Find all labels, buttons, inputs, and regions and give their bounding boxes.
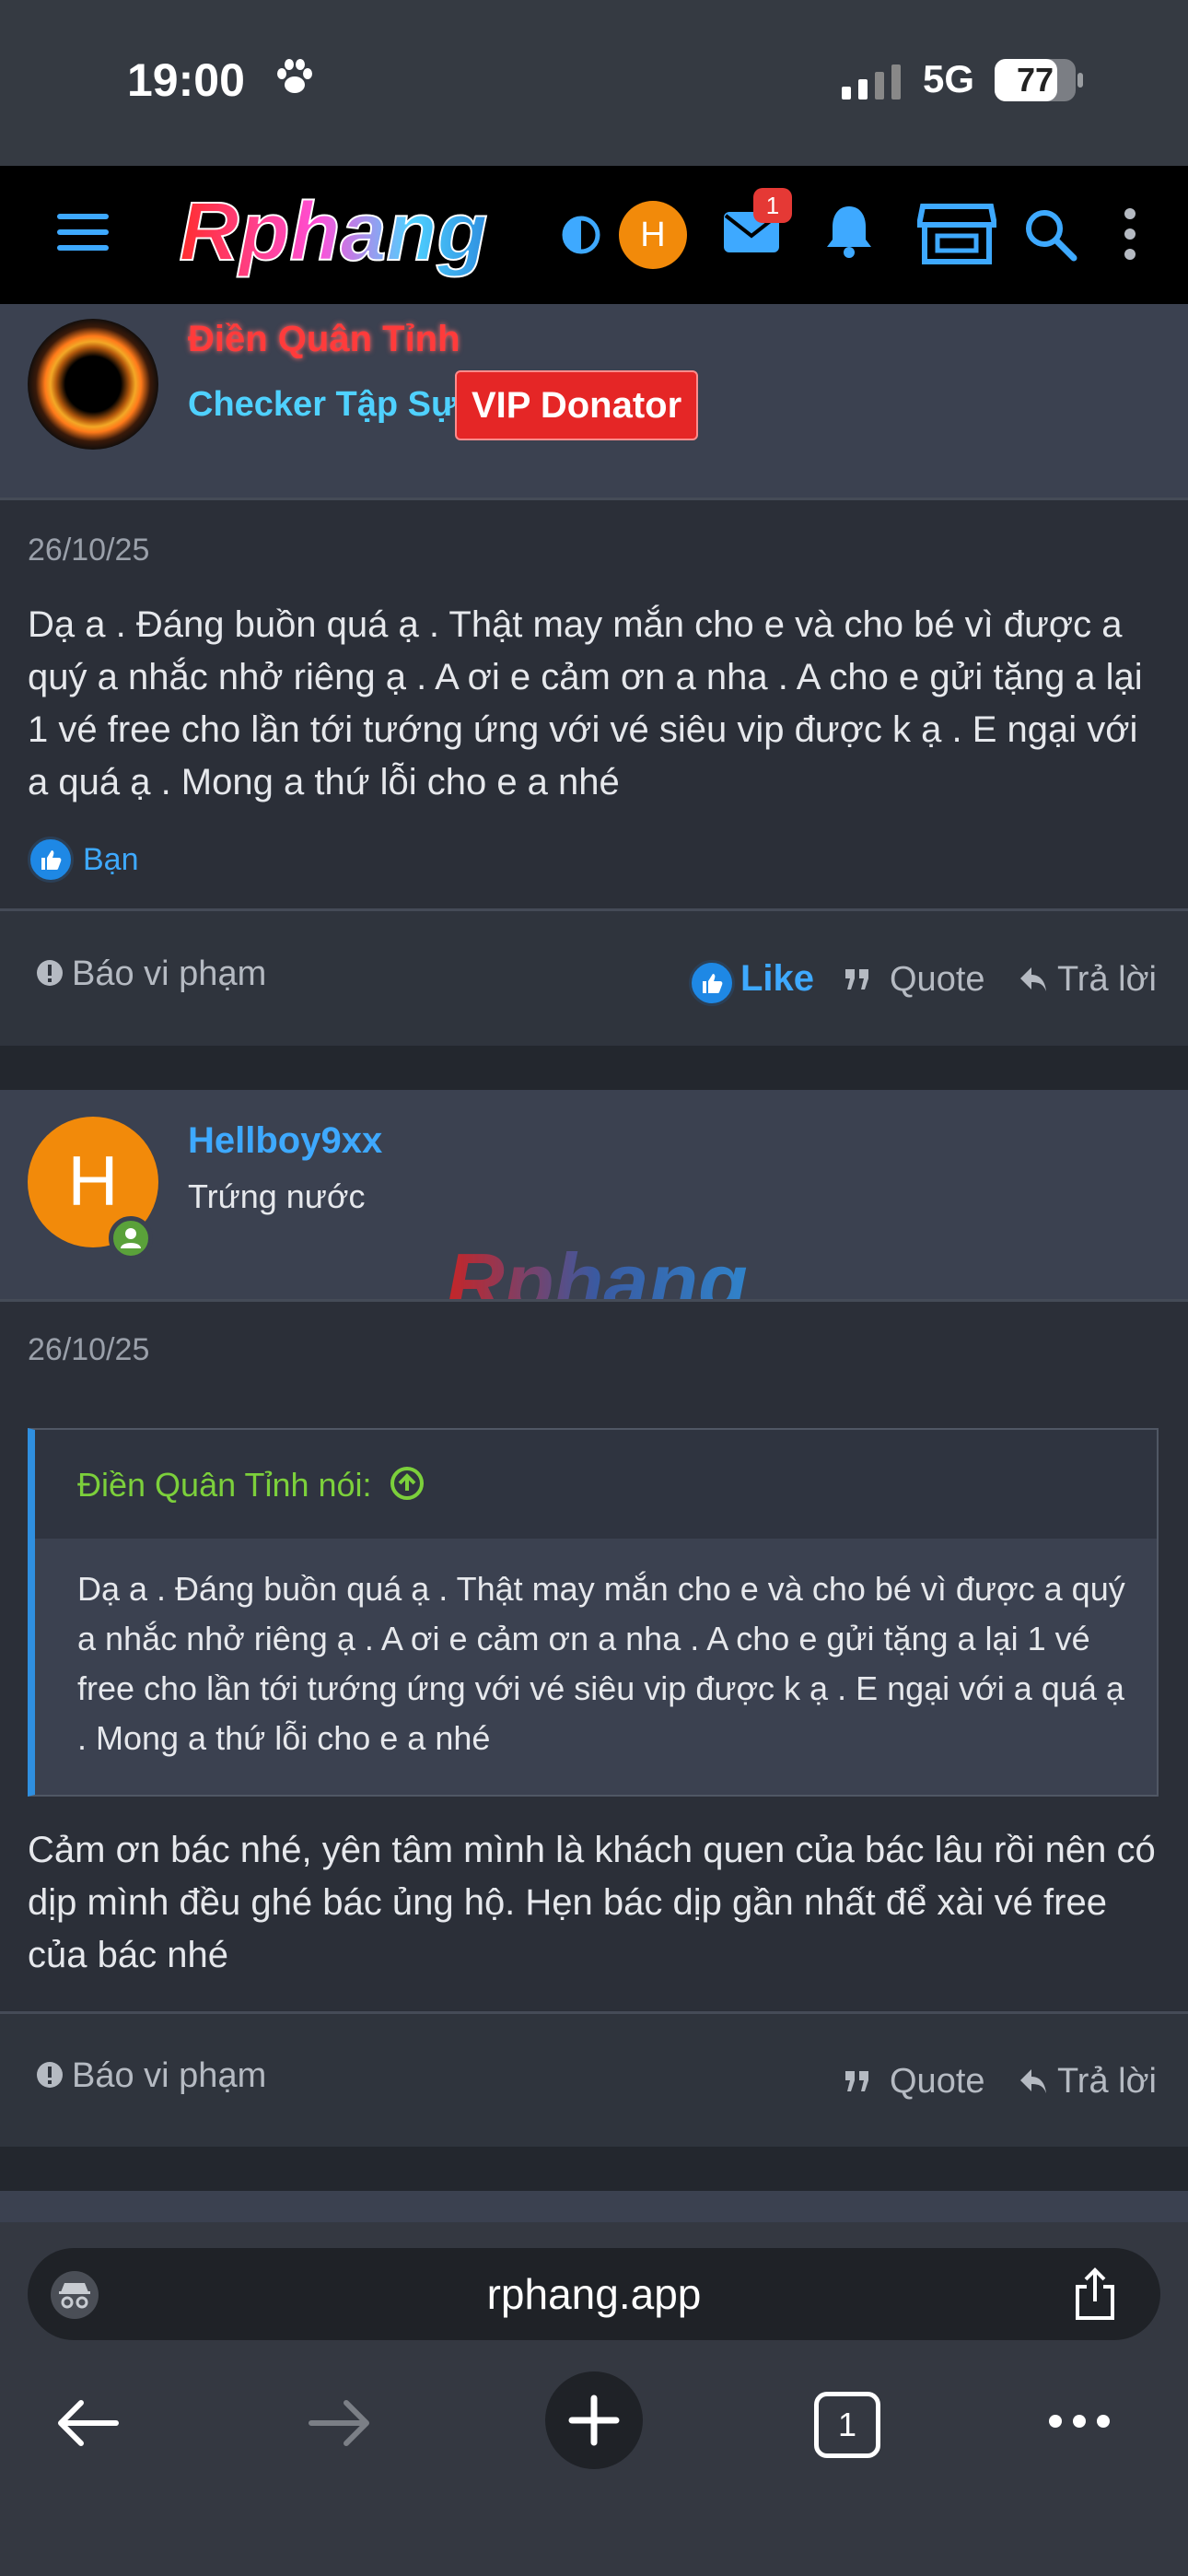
arrow-up-circle-icon[interactable]	[389, 1465, 425, 1502]
quote-button[interactable]: Quote	[890, 960, 985, 1000]
quote-icon	[845, 969, 868, 989]
report-link[interactable]: Báo vi phạm	[72, 2056, 266, 2096]
search-icon[interactable]	[1022, 206, 1077, 262]
online-status-icon	[109, 1216, 153, 1260]
post-separator	[0, 2147, 1188, 2191]
post1-author[interactable]: Điền Quân Tỉnh	[188, 319, 460, 360]
vip-badge: VIP Donator	[455, 370, 699, 440]
more-menu-icon[interactable]	[1118, 206, 1142, 262]
menu-icon[interactable]	[53, 208, 112, 256]
network-type: 5G	[923, 57, 975, 100]
store-icon[interactable]	[917, 201, 996, 265]
post2-content: Cảm ơn bác nhé, yên tâm mình là khách qu…	[28, 1830, 1156, 1975]
bell-icon[interactable]	[823, 203, 875, 260]
warning-icon	[37, 2062, 63, 2088]
post2-date[interactable]: 26/10/25	[28, 1332, 149, 1368]
post1-reactions[interactable]: Bạn	[28, 837, 139, 883]
share-icon[interactable]	[1072, 2266, 1118, 2322]
post1-avatar[interactable]	[28, 319, 158, 450]
quote-icon	[845, 2071, 868, 2091]
tab-count-button[interactable]: 1	[814, 2392, 880, 2458]
like-button[interactable]: Like	[740, 958, 814, 1000]
paw-icon	[277, 59, 312, 93]
like-icon[interactable]	[689, 960, 735, 1006]
status-time: 19:00	[127, 54, 245, 106]
quote-button[interactable]: Quote	[890, 2062, 985, 2102]
post1-user-title: Checker Tập Sự	[188, 385, 457, 424]
warning-icon	[37, 960, 63, 986]
post2-author[interactable]: Hellboy9xx	[188, 1120, 382, 1162]
plus-icon	[568, 2395, 620, 2446]
back-icon[interactable]	[53, 2397, 120, 2449]
more-options-icon[interactable]	[1046, 2412, 1112, 2430]
post1-content: Dạ a . Đáng buồn quá ạ . Thật may mắn ch…	[28, 604, 1143, 802]
site-logo[interactable]: Rphang	[149, 184, 518, 286]
post1-date[interactable]: 26/10/25	[28, 533, 149, 568]
quote-author-label[interactable]: Điền Quân Tỉnh nói:	[77, 1466, 372, 1504]
quote-author[interactable]: Điền Quân Tỉnh nói:	[77, 1465, 425, 1505]
mail-badge: 1	[753, 188, 792, 223]
post2-user-title: Trứng nước	[188, 1177, 366, 1215]
signal-icon	[842, 64, 901, 100]
reply-icon	[1020, 967, 1046, 991]
reply-icon	[1020, 2069, 1046, 2093]
battery-level: 77	[1016, 61, 1054, 99]
url-text[interactable]: rphang.app	[0, 2248, 1188, 2340]
report-link[interactable]: Báo vi phạm	[72, 954, 266, 994]
reply-button[interactable]: Trả lời	[1057, 2062, 1157, 2102]
quote-content: Dạ a . Đáng buồn quá ạ . Thật may mắn ch…	[77, 1570, 1125, 1757]
reply-button[interactable]: Trả lời	[1057, 960, 1157, 1000]
forward-icon[interactable]	[308, 2397, 374, 2449]
post-separator	[0, 1046, 1188, 1090]
like-reaction-icon	[28, 837, 74, 883]
user-avatar[interactable]: H	[619, 201, 687, 269]
svg-text:Rphang: Rphang	[180, 186, 488, 278]
theme-toggle-icon[interactable]	[560, 214, 602, 256]
reaction-users[interactable]: Bạn	[83, 842, 139, 878]
